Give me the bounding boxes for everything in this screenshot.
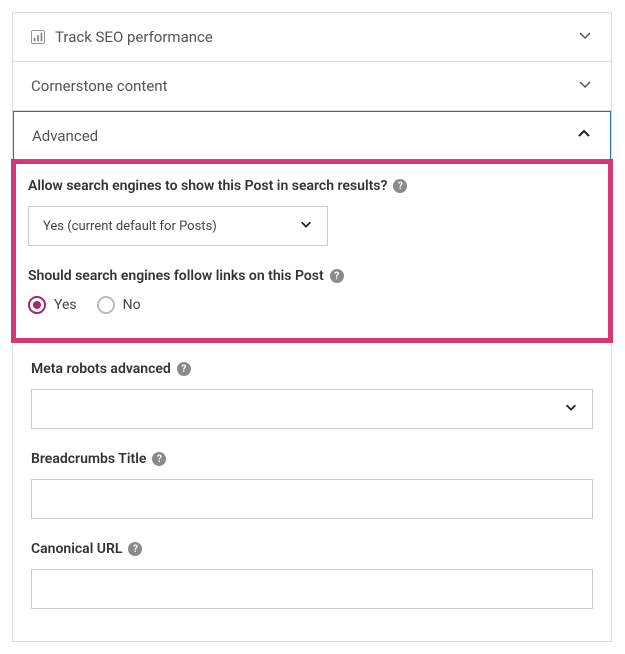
advanced-panel-body: Allow search engines to show this Post i… <box>13 161 611 641</box>
radio-no[interactable]: No <box>97 296 141 314</box>
help-icon[interactable]: ? <box>393 179 407 193</box>
help-icon[interactable]: ? <box>128 542 142 556</box>
chevron-down-icon <box>299 217 313 235</box>
panel-cornerstone[interactable]: Cornerstone content <box>13 62 611 111</box>
field-breadcrumbs: Breadcrumbs Title ? <box>31 451 593 519</box>
radio-yes[interactable]: Yes <box>28 296 77 314</box>
breadcrumbs-input[interactable] <box>31 479 593 519</box>
select-value: Yes (current default for Posts) <box>43 219 217 234</box>
field-label: Canonical URL ? <box>31 541 593 557</box>
chevron-down-icon <box>564 400 578 418</box>
label-text: Canonical URL <box>31 541 122 557</box>
index-settings-highlight: Allow search engines to show this Post i… <box>11 159 613 343</box>
chevron-down-icon <box>577 27 593 47</box>
field-label: Meta robots advanced ? <box>31 361 593 377</box>
chart-icon <box>31 30 45 44</box>
chevron-up-icon <box>576 126 592 146</box>
meta-robots-select[interactable] <box>31 389 593 429</box>
panel-title: Cornerstone content <box>31 77 167 95</box>
radio-label: No <box>123 297 141 313</box>
panel-track-seo[interactable]: Track SEO performance <box>13 13 611 62</box>
field-label: Should search engines follow links on th… <box>28 268 596 284</box>
canonical-input[interactable] <box>31 569 593 609</box>
follow-links-radios: Yes No <box>28 296 596 314</box>
panel-title: Advanced <box>32 127 98 145</box>
field-label: Breadcrumbs Title ? <box>31 451 593 467</box>
label-text: Breadcrumbs Title <box>31 451 146 467</box>
field-canonical: Canonical URL ? <box>31 541 593 609</box>
field-follow-links: Should search engines follow links on th… <box>28 268 596 314</box>
help-icon[interactable]: ? <box>330 269 344 283</box>
field-search-results: Allow search engines to show this Post i… <box>28 178 596 246</box>
field-label: Allow search engines to show this Post i… <box>28 178 596 194</box>
radio-indicator <box>28 296 46 314</box>
chevron-down-icon <box>577 76 593 96</box>
seo-panel-container: Track SEO performance Cornerstone conten… <box>12 12 612 642</box>
label-text: Should search engines follow links on th… <box>28 268 324 284</box>
label-text: Allow search engines to show this Post i… <box>28 178 387 194</box>
panel-title: Track SEO performance <box>55 28 213 46</box>
field-meta-robots: Meta robots advanced ? <box>31 361 593 429</box>
radio-label: Yes <box>54 297 77 313</box>
label-text: Meta robots advanced <box>31 361 171 377</box>
search-results-select[interactable]: Yes (current default for Posts) <box>28 206 328 246</box>
radio-indicator <box>97 296 115 314</box>
panel-advanced[interactable]: Advanced <box>13 111 611 161</box>
help-icon[interactable]: ? <box>152 452 166 466</box>
help-icon[interactable]: ? <box>177 362 191 376</box>
